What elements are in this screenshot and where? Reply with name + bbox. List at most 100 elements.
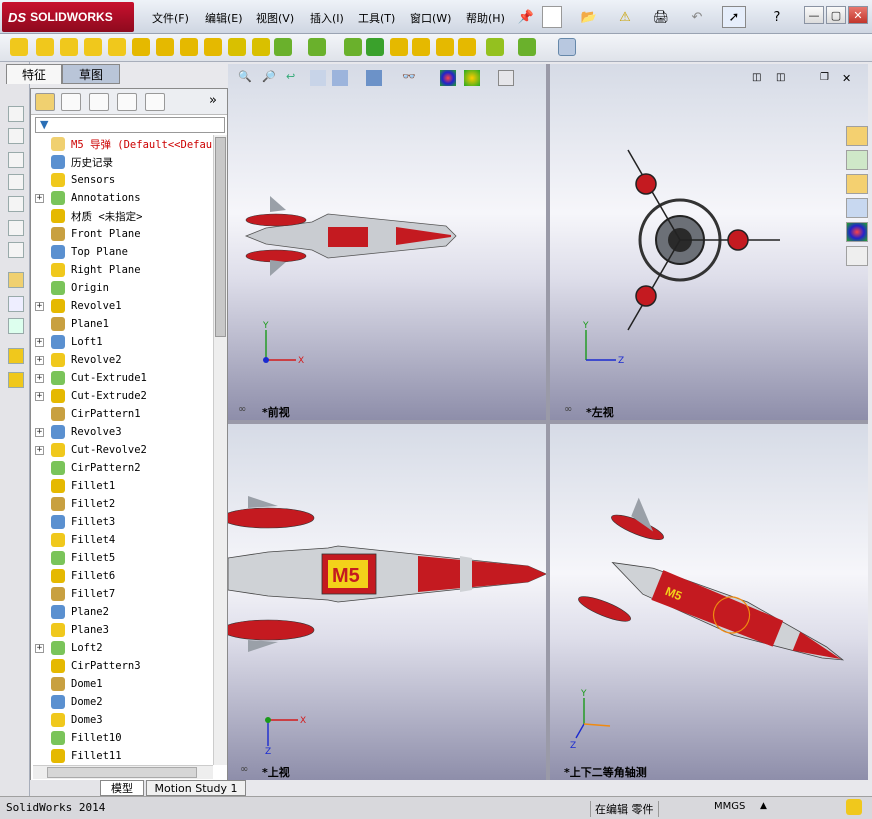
dim-xpert-tab-icon[interactable] [117,93,137,111]
menu-file[interactable]: 文件(F) [152,10,189,26]
graphics-area[interactable]: Y X ∞ *前视 Y Z ◫ ◫ ❐ ✕ ∞ *左视 M5 Z X ∞ *上视… [221,64,868,780]
scroll-thumb[interactable] [47,767,197,778]
curves-icon[interactable] [518,38,536,56]
tree-horizontal-scrollbar[interactable] [33,765,213,779]
scroll-thumb[interactable] [215,137,226,337]
viewport-top[interactable]: M5 Z X ∞ *上视 [221,424,547,780]
close-button[interactable]: ✕ [848,6,868,24]
expand-toggle-icon[interactable]: + [35,301,44,311]
property-manager-tab-icon[interactable] [61,93,81,111]
solidworks-resources-icon[interactable] [846,126,868,146]
smart-dimension-icon[interactable] [8,296,24,312]
feature-manager-tab-icon[interactable] [35,93,55,111]
extrude-cut-icon[interactable] [8,372,24,388]
expand-toggle-icon[interactable]: + [35,193,44,203]
rebuild-warning-icon[interactable]: ⚠ [614,6,636,28]
shell-icon[interactable] [390,38,408,56]
units-caret-icon[interactable]: ▲ [760,801,767,811]
lofted-cut-icon[interactable] [228,38,246,56]
view-box-icon[interactable] [8,152,24,168]
boundary-icon[interactable] [108,38,126,56]
sweep-icon[interactable] [60,38,78,56]
display-style-icon[interactable] [366,70,382,86]
menu-view[interactable]: 视图(V) [256,10,294,26]
menu-help[interactable]: 帮助(H) [466,10,505,26]
menu-insert[interactable]: 插入(I) [310,10,344,26]
viewport-front[interactable]: Y X ∞ *前视 [228,64,546,420]
edit-appearance-icon[interactable] [440,70,456,86]
zoom-to-fit-icon[interactable]: 🔍 [238,70,254,86]
draft-icon[interactable] [366,38,384,56]
instant3d-icon[interactable] [558,38,576,56]
extrude-cut-icon[interactable] [132,38,150,56]
view-palette-icon[interactable] [846,198,868,218]
display-manager-tab-icon[interactable] [145,93,165,111]
tree-filter-box[interactable]: ▼ [35,117,225,133]
configuration-manager-tab-icon[interactable] [89,93,109,111]
expand-toggle-icon[interactable]: + [35,427,44,437]
sketch-icon[interactable] [8,272,24,288]
zoom-to-area-icon[interactable]: 🔎 [262,70,278,86]
open-folder-icon[interactable]: 📂 [578,6,600,28]
rib-icon[interactable] [344,38,362,56]
extrude-boss-icon[interactable] [10,38,28,56]
view-orientation-icon[interactable] [332,70,348,86]
undo-icon[interactable]: ↶ [686,6,708,28]
custom-properties-icon[interactable] [846,246,868,266]
menu-window[interactable]: 窗口(W) [410,10,451,26]
design-library-icon[interactable] [846,150,868,170]
split-vertical-icon[interactable]: ◫ [776,72,785,83]
previous-view-icon[interactable]: ↩ [286,70,302,86]
link-views-icon[interactable]: ∞ [564,404,572,415]
reference-geometry-icon[interactable] [486,38,504,56]
revolve-cut-icon[interactable] [180,38,198,56]
intersect-icon[interactable] [436,38,454,56]
tab-model[interactable]: 模型 [100,780,144,796]
appearances-icon[interactable] [846,222,868,242]
tab-features[interactable]: 特征 [6,64,62,84]
help-button[interactable]: ? [762,6,792,28]
view-box-icon[interactable] [8,220,24,236]
view-settings-icon[interactable] [498,70,514,86]
view-box-icon[interactable] [8,242,24,258]
quick-tips-icon[interactable] [846,799,862,815]
extrude-icon[interactable] [8,348,24,364]
restore-view-icon[interactable]: ❐ [820,72,829,83]
apply-scene-icon[interactable] [464,70,480,86]
expand-chevron-icon[interactable]: » [209,93,217,108]
menu-tools[interactable]: 工具(T) [358,10,395,26]
split-horizontal-icon[interactable]: ◫ [752,72,761,83]
tree-vertical-scrollbar[interactable] [213,135,227,765]
viewport-dimetric[interactable]: M5 Y Z *上下二等角轴测 [550,424,868,780]
section-view-icon[interactable] [310,70,326,86]
swept-cut-icon[interactable] [204,38,222,56]
viewport-left[interactable]: Y Z ◫ ◫ ❐ ✕ ∞ *左视 [550,64,868,420]
close-view-icon[interactable]: ✕ [842,72,851,85]
expand-toggle-icon[interactable]: + [35,445,44,455]
print-icon[interactable]: 🖨 [650,6,672,28]
expand-toggle-icon[interactable]: + [35,373,44,383]
fillet-icon[interactable] [274,38,292,56]
view-box-icon[interactable] [8,196,24,212]
view-box-icon[interactable] [8,128,24,144]
loft-icon[interactable] [84,38,102,56]
expand-toggle-icon[interactable]: + [35,355,44,365]
status-units[interactable]: MMGS [714,801,745,812]
hole-wizard-icon[interactable] [156,38,174,56]
link-views-icon[interactable]: ∞ [238,404,246,415]
view-box-icon[interactable] [8,174,24,190]
expand-toggle-icon[interactable]: + [35,337,44,347]
link-views-icon[interactable]: ∞ [240,764,248,775]
hide-show-items-icon[interactable]: 👓 [402,70,418,86]
tab-motion-study[interactable]: Motion Study 1 [146,780,246,796]
new-document-icon[interactable] [542,6,562,28]
view-box-icon[interactable] [8,106,24,122]
revolve-boss-icon[interactable] [36,38,54,56]
maximize-button[interactable]: ▢ [826,6,846,24]
tab-sketch[interactable]: 草图 [62,64,120,84]
expand-toggle-icon[interactable]: + [35,643,44,653]
pin-icon[interactable]: 📌 [516,6,536,28]
relations-icon[interactable] [8,318,24,334]
menu-edit[interactable]: 编辑(E) [205,10,243,26]
mirror-icon[interactable] [458,38,476,56]
